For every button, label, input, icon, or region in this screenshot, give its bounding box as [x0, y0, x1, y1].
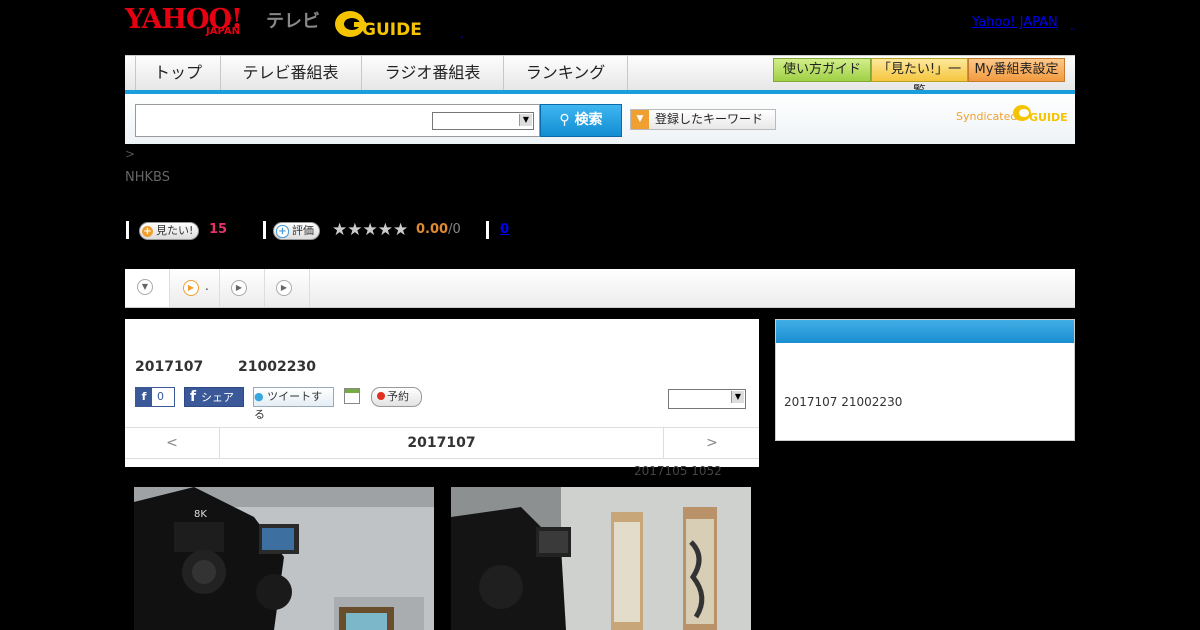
comment-count-link[interactable]: 0 [500, 222, 509, 237]
dropdown-arrow-icon: ▼ [631, 110, 649, 129]
yahoo-japan-sublogo: JAPAN [206, 26, 240, 37]
chevron-down-icon: ▼ [137, 279, 153, 295]
record-icon [377, 392, 385, 400]
svg-text:GUIDE: GUIDE [1029, 111, 1068, 124]
nav-top[interactable]: トップ [135, 56, 221, 90]
rating-stars: ★★★★★ [332, 220, 409, 240]
stat-divider [263, 221, 266, 239]
reserve-button[interactable]: 予約 [371, 387, 422, 407]
top-link-dot: . [1070, 19, 1074, 33]
rate-button[interactable]: + 評価 [273, 222, 320, 240]
facebook-icon: f [189, 389, 197, 405]
rating-score: 0.00/0 [416, 222, 461, 237]
tab-second[interactable]: ▶ . [170, 269, 220, 307]
gguide-logo[interactable]: GUIDE [334, 8, 430, 40]
program-time: 21002230 [238, 359, 316, 375]
search-button[interactable]: ⚲ 検索 [540, 104, 622, 137]
play-icon: ▶ [231, 280, 247, 296]
facebook-like-button[interactable]: f0 [135, 387, 175, 407]
plus-icon: + [142, 226, 153, 237]
search-icon: ⚲ [559, 112, 570, 128]
plus-icon: + [276, 225, 289, 238]
chevron-down-icon: ▼ [519, 114, 532, 126]
side-panel-text: 2017107 21002230 [784, 395, 903, 409]
chevron-down-icon: ▼ [731, 391, 744, 403]
channel-name: NHKBS [125, 170, 170, 185]
side-panel-header [776, 320, 1074, 343]
registered-keywords-button[interactable]: ▼ 登録したキーワード [630, 109, 776, 130]
program-date: 2017107 [135, 359, 204, 375]
nav-radio-schedule[interactable]: ラジオ番組表 [362, 56, 504, 90]
tweet-button[interactable]: ● ツイートする [253, 387, 334, 421]
yahoo-japan-link[interactable]: Yahoo! JAPAN [972, 15, 1058, 30]
my-schedule-settings-button[interactable]: My番組表設定 [968, 58, 1065, 82]
nav-ranking[interactable]: ランキング [504, 56, 628, 90]
tab-fourth[interactable]: ▶ [265, 269, 310, 307]
play-icon: ▶ [276, 280, 292, 296]
next-day-button[interactable]: > [663, 428, 760, 458]
current-day: 2017107 [407, 435, 476, 451]
syndicated-gguide-logo: GUIDE [1013, 105, 1068, 124]
header-dot: . [460, 27, 464, 41]
tv-label: テレビ [266, 11, 320, 32]
facebook-share-button[interactable]: f シェア [184, 387, 244, 407]
calendar-add-icon[interactable] [344, 388, 360, 404]
want-button[interactable]: + 見たい! [139, 222, 200, 240]
twitter-bird-icon: ● [254, 390, 264, 403]
program-photo-1: 8K [134, 487, 434, 630]
program-tabs: ▼ ▶ . ▶ ▶ [125, 269, 1075, 308]
prev-day-button[interactable]: < [125, 428, 220, 458]
want-list-button[interactable]: 「見たい!」一覧 [871, 58, 968, 99]
search-category-select[interactable]: ▼ [432, 112, 534, 130]
program-photo-2 [451, 487, 751, 630]
day-navigation: < 2017107 > [125, 427, 759, 459]
photo-caption: 2017105 1052 [634, 464, 722, 478]
svg-text:GUIDE: GUIDE [362, 20, 422, 40]
main-nav: トップ テレビ番組表 ラジオ番組表 ランキング 使い方ガイド 「見たい!」一覧 … [125, 55, 1075, 99]
breadcrumb[interactable]: > [125, 147, 135, 161]
svg-text:8K: 8K [194, 509, 207, 520]
nav-tv-schedule[interactable]: テレビ番組表 [220, 56, 362, 90]
usage-guide-button[interactable]: 使い方ガイド [773, 58, 871, 82]
facebook-icon: f [136, 388, 152, 406]
play-icon: ▶ [183, 280, 199, 296]
syndicated-label: Syndicated [956, 110, 1018, 123]
program-select[interactable]: ▼ [668, 389, 746, 409]
stat-divider [126, 221, 129, 239]
stat-divider [486, 221, 489, 239]
tab-program-info[interactable]: ▼ [125, 269, 170, 307]
want-count: 15 [209, 222, 228, 237]
tab-third[interactable]: ▶ [220, 269, 265, 307]
